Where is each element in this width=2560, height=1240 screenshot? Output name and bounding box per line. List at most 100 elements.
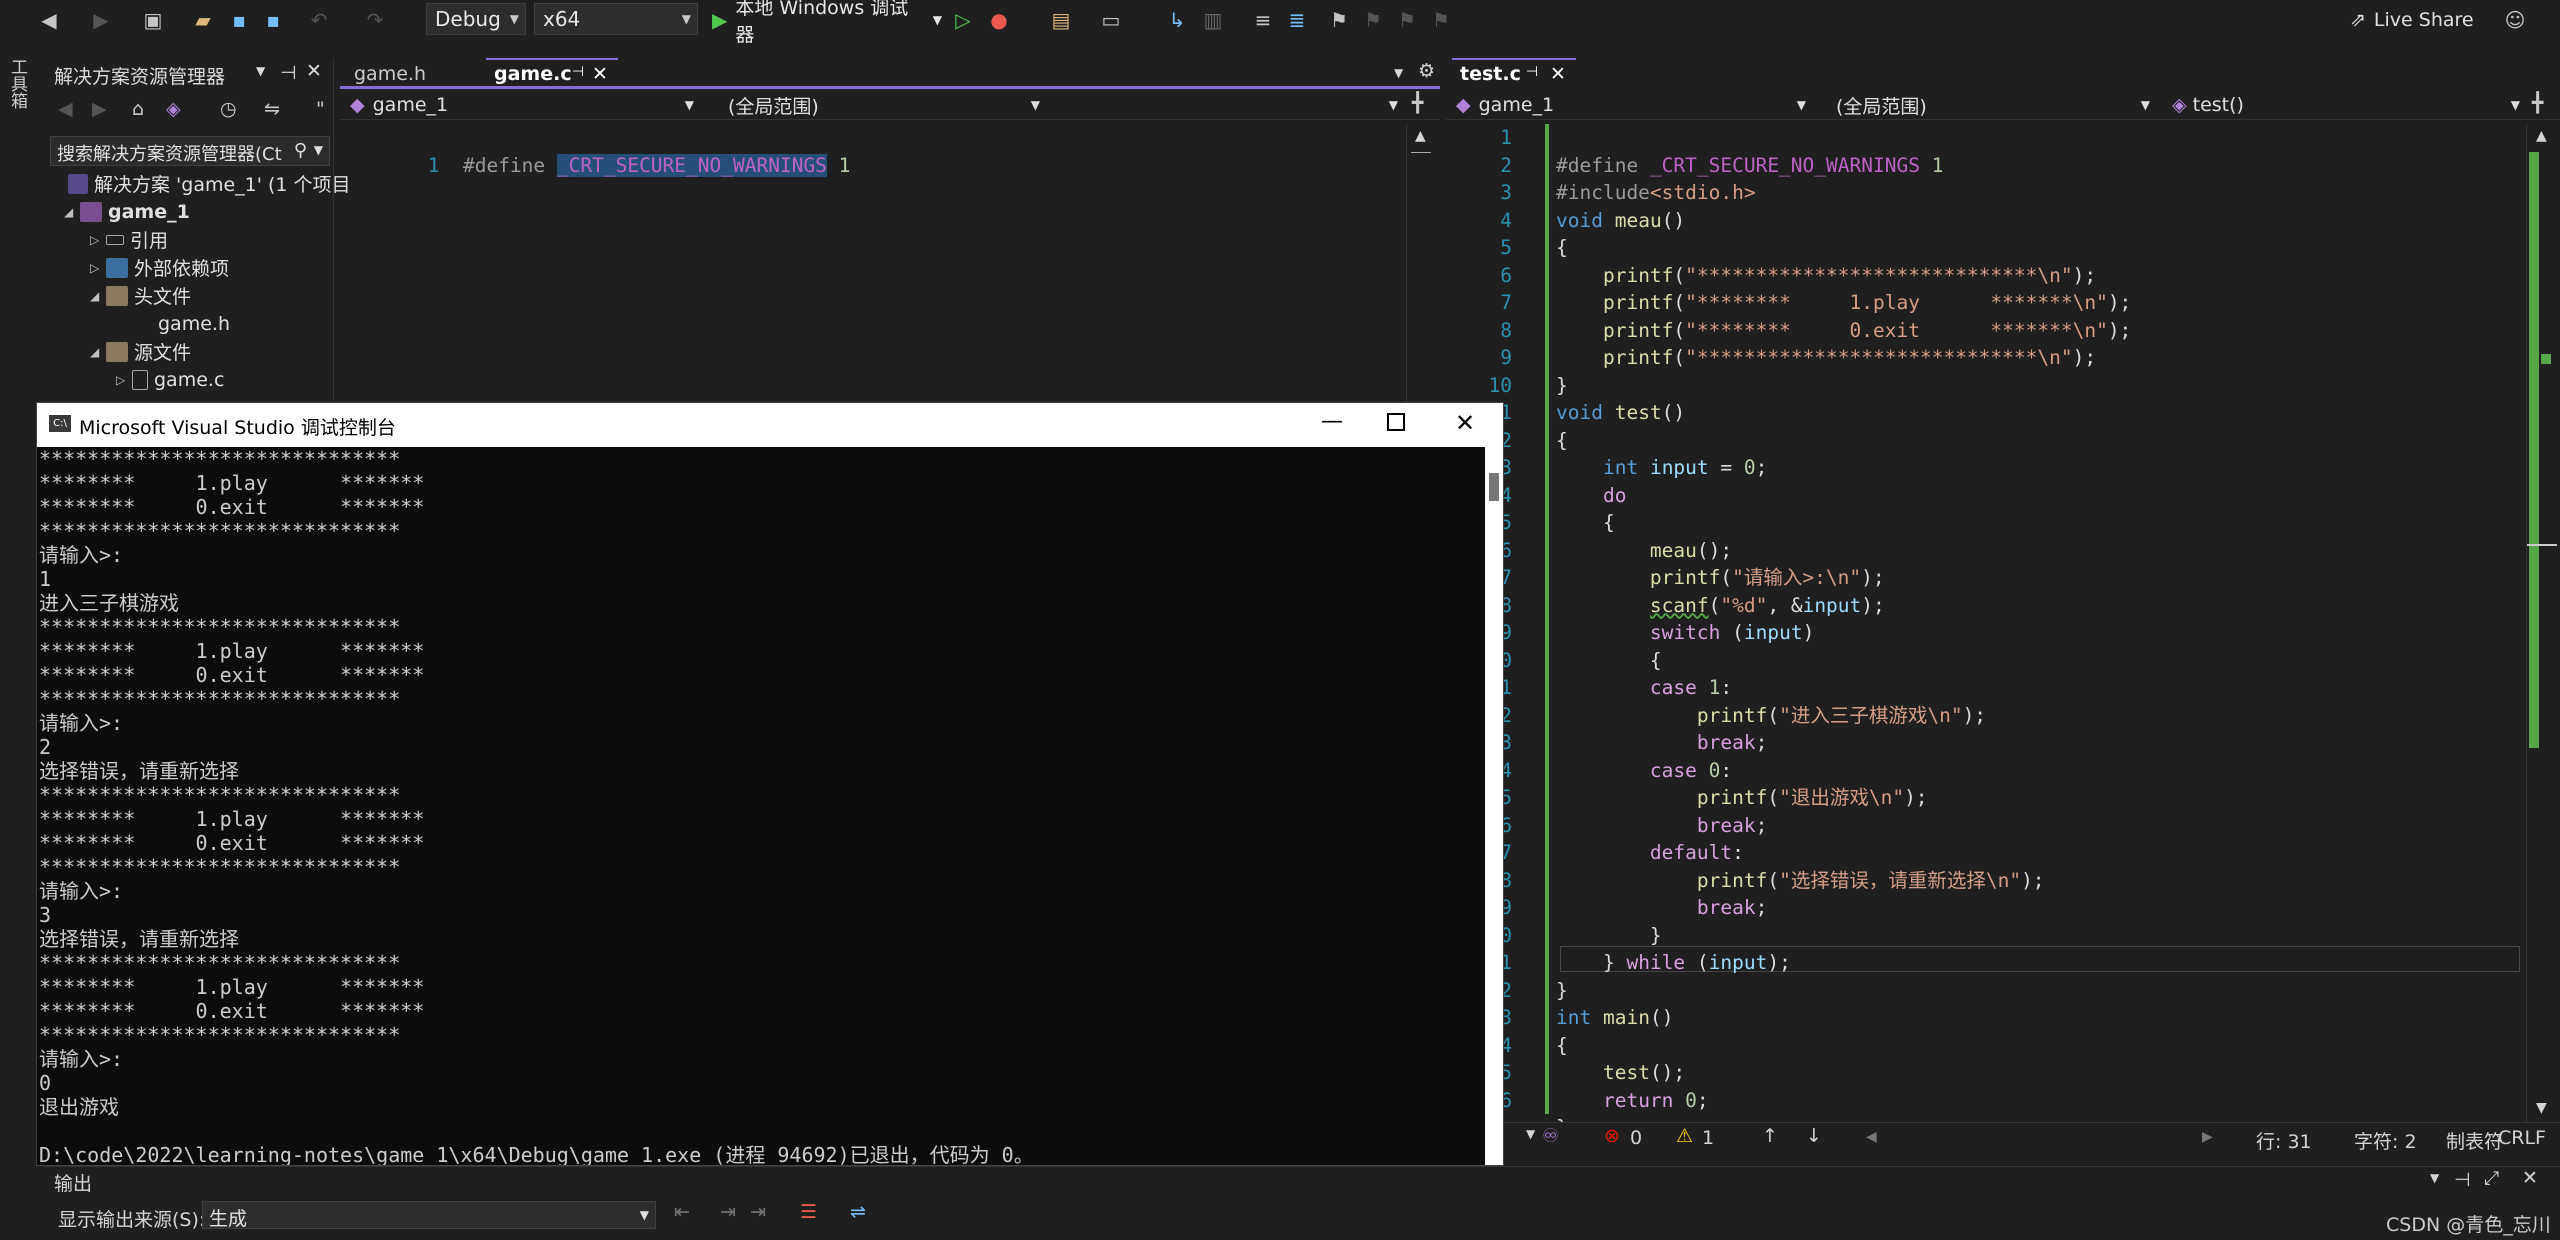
error-count[interactable]: 0 [1630, 1127, 1642, 1149]
member-dropdown[interactable]: ▼ [1054, 92, 1404, 118]
tree-item-game-c[interactable]: ▷ game.c [116, 366, 224, 393]
scroll-right-icon[interactable]: ▶ [2202, 1129, 2213, 1145]
back-icon[interactable]: ◀ [58, 98, 73, 120]
close-icon[interactable]: ✕ [1550, 63, 1566, 85]
tab-game-h[interactable]: game.h [346, 60, 434, 88]
project-dropdown[interactable]: ◆ game_1 ▼ [1450, 92, 1812, 118]
pin-icon[interactable]: ⊣ [2454, 1169, 2471, 1191]
more-icon[interactable]: " [316, 98, 325, 120]
hot-reload-icon[interactable]: ● [986, 6, 1012, 34]
layout-icon[interactable]: ▭ [1098, 6, 1124, 34]
chevron-down-icon[interactable]: ▼ [1526, 1127, 1535, 1141]
next-bookmark-icon[interactable]: ⚑ [1394, 6, 1420, 34]
platform-dropdown[interactable]: x64 ▼ [534, 3, 698, 35]
scroll-left-icon[interactable]: ◀ [1866, 1129, 1877, 1145]
clear-all-icon[interactable]: ☰ [800, 1201, 817, 1223]
right-editor-code[interactable]: #define _CRT_SECURE_NO_WARNINGS 1 #includ… [1556, 124, 2536, 1140]
scroll-up-icon[interactable]: ▲ [2536, 128, 2547, 144]
minimize-icon[interactable]: — [1321, 409, 1343, 434]
configuration-dropdown[interactable]: Debug ▼ [426, 3, 526, 35]
gear-icon[interactable]: ⚙ [1418, 60, 1435, 82]
pin-icon[interactable]: ⊣ [1526, 64, 1538, 80]
forward-icon[interactable]: ▶ [88, 6, 114, 34]
pin-icon[interactable]: ⊣ [572, 64, 584, 80]
sync-icon[interactable]: ⇋ [264, 98, 280, 120]
scroll-thumb[interactable] [1489, 473, 1499, 501]
clear-bookmarks-icon[interactable]: ⚑ [1428, 6, 1454, 34]
console-title-bar[interactable]: C:\ Microsoft Visual Studio 调试控制台 — ✕ [37, 403, 1503, 447]
new-project-icon[interactable]: ▣ [140, 6, 166, 34]
word-wrap-icon[interactable]: ⇌ [850, 1201, 866, 1223]
intellicode-icon[interactable]: ♾ [1542, 1125, 1559, 1147]
redo-icon[interactable]: ↷ [362, 6, 388, 34]
chevron-down-icon[interactable]: ▼ [256, 64, 265, 78]
home-icon[interactable]: ⌂ [132, 98, 144, 120]
indent-indicator[interactable]: 制表符 [2446, 1127, 2503, 1154]
pin-icon[interactable]: ⊣ [280, 62, 297, 84]
scroll-thumb[interactable] [1411, 152, 1431, 153]
open-folder-icon[interactable]: ▰ [190, 6, 216, 34]
bookmark-icon[interactable]: ⚑ [1326, 6, 1352, 34]
right-editor-scrollbar[interactable]: ▲ ▼ [2526, 124, 2558, 1124]
arrow-down-icon[interactable]: ↓ [1806, 1125, 1822, 1147]
switch-views-icon[interactable]: ◈ [166, 98, 181, 120]
start-without-debugging-icon[interactable]: ▷ [950, 6, 976, 34]
scroll-down-icon[interactable]: ▼ [2536, 1100, 2547, 1116]
chevron-down-icon[interactable]: ▼ [1394, 66, 1403, 80]
tree-item-references[interactable]: ▷ 引用 [90, 226, 168, 253]
live-share-button[interactable]: ⇗ Live Share [2350, 6, 2500, 34]
console-scrollbar[interactable] [1485, 447, 1503, 1165]
maximize-icon[interactable]: ⤢ [2484, 1167, 2499, 1189]
uncomment-icon[interactable]: ≣ [1284, 6, 1310, 34]
pending-changes-icon[interactable]: ◷ [220, 98, 237, 120]
prev-bookmark-icon[interactable]: ⚑ [1360, 6, 1386, 34]
left-editor-code[interactable]: 1 #define _CRT_SECURE_NO_WARNINGS 1 [390, 124, 1410, 177]
warning-icon[interactable]: ⚠ [1676, 1125, 1693, 1147]
scroll-up-icon[interactable]: ▲ [1415, 128, 1426, 144]
step-icon[interactable]: ↳ [1164, 6, 1190, 34]
line-ending-indicator[interactable]: CRLF [2498, 1127, 2546, 1149]
tab-test-c[interactable]: test.c ⊣ ✕ [1452, 58, 1576, 86]
function-dropdown[interactable]: ◈ test() ▼ [2166, 92, 2526, 118]
arrow-up-icon[interactable]: ↑ [1762, 1125, 1778, 1147]
error-icon[interactable]: ⊗ [1604, 1125, 1620, 1147]
tree-item-game-h[interactable]: game.h [148, 310, 230, 337]
save-icon[interactable]: ▪ [226, 6, 252, 34]
solution-search-input[interactable]: 搜索解决方案资源管理器(Ct ⚲ ▼ [50, 136, 330, 166]
close-icon[interactable]: ✕ [306, 60, 322, 82]
close-icon[interactable]: ✕ [1455, 409, 1475, 437]
back-icon[interactable]: ◀ [36, 6, 62, 34]
toolbox-tab[interactable]: 工具箱 [7, 58, 30, 109]
save-all-icon[interactable]: ▪ [260, 6, 286, 34]
warning-count[interactable]: 1 [1702, 1127, 1714, 1149]
forward-icon[interactable]: ▶ [92, 98, 107, 120]
console-output[interactable]: ****************************** ******** 1… [37, 447, 1485, 1165]
tab-game-c[interactable]: game.c ⊣ ✕ [486, 58, 618, 86]
console-line: 选择错误，请重新选择 [39, 927, 239, 951]
prev-message-icon[interactable]: ⇥ [720, 1201, 736, 1223]
find-message-icon[interactable]: ⇤ [674, 1201, 690, 1223]
maximize-icon[interactable] [1387, 413, 1405, 431]
start-debugging-button[interactable]: ▶ 本地 Windows 调试器 ▼ [712, 0, 942, 46]
scope-dropdown[interactable]: (全局范围) ▼ [706, 92, 1046, 118]
account-icon[interactable]: ☺ [2502, 6, 2528, 34]
scope-dropdown[interactable]: (全局范围) ▼ [1816, 92, 2156, 118]
tree-item-project[interactable]: ◢ game_1 [64, 198, 190, 225]
close-icon[interactable]: ✕ [592, 63, 608, 85]
column-indicator[interactable]: 字符: 2 [2354, 1127, 2417, 1154]
tree-item-source-files[interactable]: ◢ 源文件 [90, 338, 191, 365]
tree-item-header-files[interactable]: ◢ 头文件 [90, 282, 191, 309]
next-message-icon[interactable]: ⇥ [750, 1201, 766, 1223]
chevron-down-icon[interactable]: ▼ [2430, 1171, 2439, 1185]
browse-icon[interactable]: ▤ [1048, 6, 1074, 34]
line-indicator[interactable]: 行: 31 [2256, 1127, 2312, 1154]
tree-item-external-dependencies[interactable]: ▷ 外部依赖项 [90, 254, 229, 281]
split-icon[interactable]: ╋ [1412, 92, 1423, 114]
undo-icon[interactable]: ↶ [306, 6, 332, 34]
tree-item-solution[interactable]: 解决方案 'game_1' (1 个项目 [68, 170, 351, 197]
split-icon[interactable]: ╋ [2532, 92, 2543, 114]
comment-icon[interactable]: ≡ [1250, 6, 1276, 34]
close-icon[interactable]: ✕ [2522, 1167, 2538, 1189]
output-source-dropdown[interactable]: 生成 ▼ [202, 1201, 656, 1230]
project-dropdown[interactable]: ◆ game_1 ▼ [344, 92, 700, 118]
